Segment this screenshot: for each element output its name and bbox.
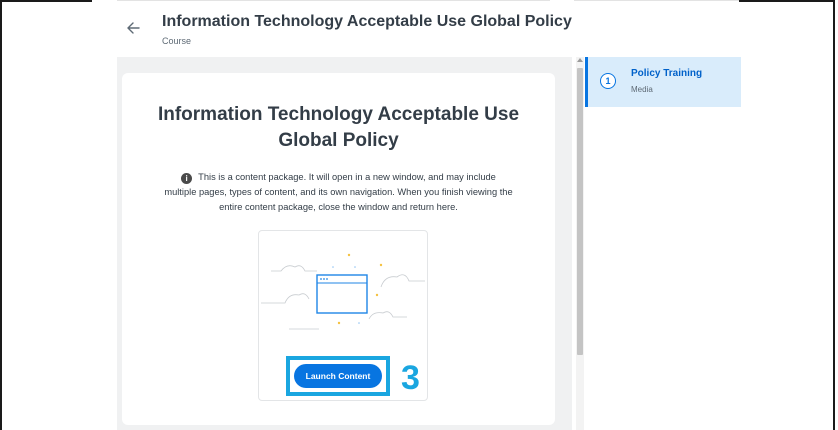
info-line: entire content package, close the window… [219, 202, 458, 212]
page-subtitle: Course [162, 36, 192, 46]
page-title: Information Technology Acceptable Use Gl… [162, 13, 572, 30]
back-button[interactable] [122, 17, 144, 39]
scrollbar-thumb[interactable] [577, 68, 583, 355]
step-number-badge: 1 [600, 73, 616, 89]
info-text: This is a content package. It will open … [198, 172, 496, 182]
card-title: Information Technology Acceptable Use Gl… [122, 102, 555, 154]
sidebar-item-policy-training[interactable]: 1 Policy Training Media [585, 57, 741, 107]
annotation-step-number: 3 [401, 359, 420, 397]
info-message: i This is a content package. It will open… [132, 170, 545, 215]
info-line: multiple pages, types of content, and it… [164, 187, 513, 197]
browser-window-illustration [261, 253, 425, 330]
info-line: i This is a content package. It will open… [132, 170, 545, 185]
arrow-left-icon [127, 22, 140, 34]
top-divider [117, 0, 550, 1]
content-package-card: Information Technology Acceptable Use Gl… [122, 73, 555, 425]
frame-top-border [0, 0, 92, 2]
info-icon: i [181, 173, 193, 184]
card-title-line: Information Technology Acceptable Use [157, 104, 520, 125]
frame-top-border [739, 0, 835, 2]
launch-content-button[interactable]: Launch Content [294, 364, 382, 388]
card-title-line: Global Policy [278, 130, 399, 151]
top-divider [574, 0, 739, 1]
scroll-up-arrow-icon[interactable] [577, 58, 583, 62]
sidebar-item-title: Policy Training [631, 68, 703, 79]
sidebar-item-subtitle: Media [631, 85, 653, 94]
main-content-area: Information Technology Acceptable Use Gl… [117, 57, 572, 430]
frame-right-border [833, 0, 835, 430]
frame-left-border [0, 0, 2, 430]
